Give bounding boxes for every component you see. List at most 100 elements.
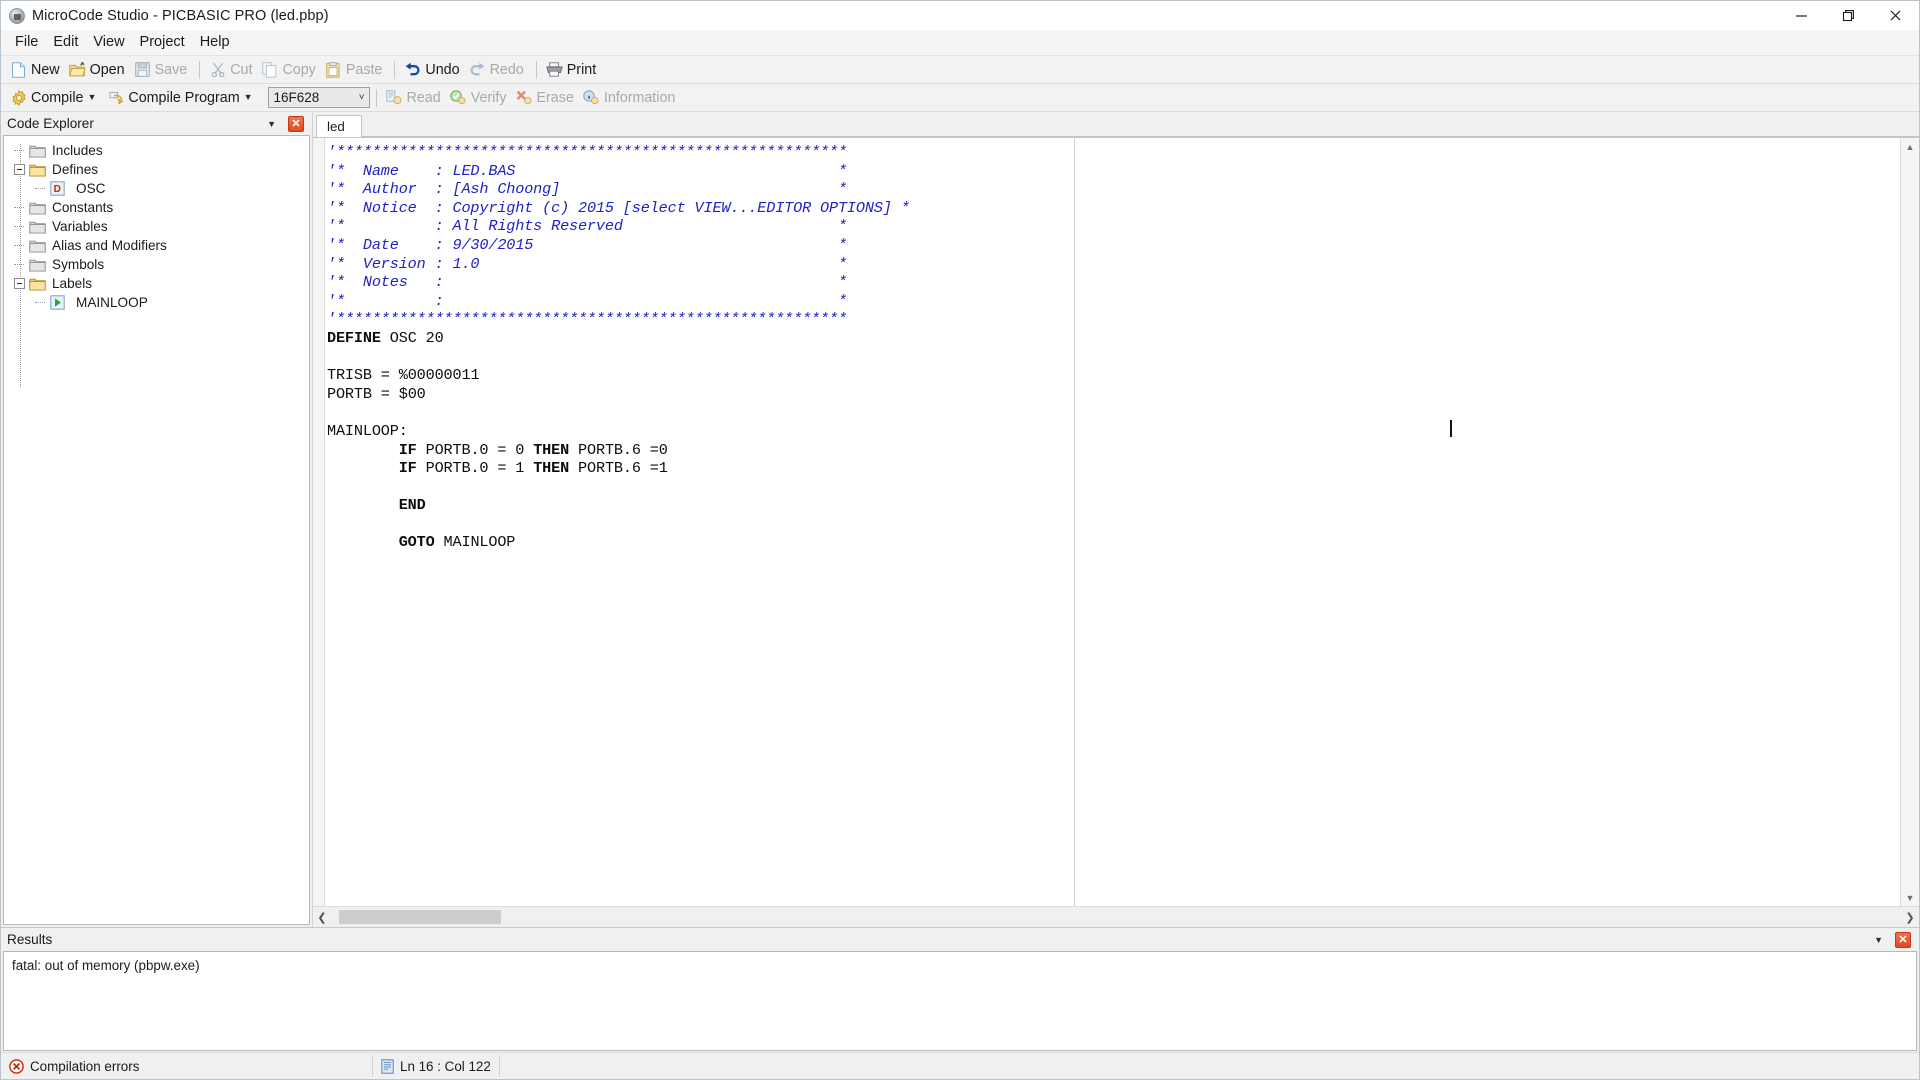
maximize-icon[interactable] (1825, 1, 1872, 30)
toolbar-separator (394, 60, 396, 79)
editor-horizontal-scrollbar[interactable]: ❮ ❯ (313, 906, 1919, 927)
compile-program-button[interactable]: Compile Program ▼ (104, 87, 260, 109)
menu-item-edit[interactable]: Edit (46, 31, 85, 54)
undo-button[interactable]: Undo (401, 59, 465, 81)
work-area: Code Explorer ▼ ✕ Includes Defines D OSC Con… (1, 112, 1919, 927)
copy-button[interactable]: Copy (258, 59, 321, 81)
chevron-right-icon[interactable]: ❯ (1901, 908, 1919, 926)
tree-item-osc[interactable]: D OSC (4, 179, 309, 198)
tree-collapse-toggle[interactable] (14, 278, 25, 289)
folder-icon (29, 239, 46, 253)
minimize-icon[interactable] (1778, 1, 1825, 30)
compile-program-icon (107, 89, 124, 106)
editor-gutter (313, 138, 325, 906)
code-line: '* Notes : * (327, 273, 847, 292)
redo-arrow-icon (469, 61, 486, 78)
chevron-left-icon[interactable]: ❮ (313, 908, 331, 926)
device-select[interactable]: 16F628 ˅ (267, 87, 370, 108)
tree-item-includes[interactable]: Includes (4, 141, 309, 160)
chevron-down-icon[interactable]: ˅ (359, 88, 365, 107)
chevron-down-icon[interactable]: ▼ (1874, 935, 1883, 945)
svg-text:D: D (54, 184, 61, 195)
tree-item-label: Defines (52, 162, 99, 177)
main-toolbar: New Open Save Cut Copy Paste Undo Redo P… (1, 56, 1919, 84)
erase-x-icon (515, 89, 532, 106)
new-button[interactable]: New (7, 59, 66, 81)
tree-item-label: Symbols (52, 257, 105, 272)
folder-icon (29, 144, 46, 158)
code-line: '* Version : 1.0 * (327, 254, 847, 273)
menu-item-help[interactable]: Help (193, 31, 237, 54)
tree-item-symbols[interactable]: Symbols (4, 255, 309, 274)
results-title: Results (7, 932, 53, 947)
save-button[interactable]: Save (131, 59, 194, 81)
redo-button[interactable]: Redo (466, 59, 530, 81)
tree-item-label: Includes (52, 143, 103, 158)
scroll-up-icon[interactable]: ▲ (1901, 138, 1919, 155)
information-button[interactable]: Information (580, 87, 682, 109)
menu-item-view[interactable]: View (86, 31, 131, 54)
read-icon (386, 89, 403, 106)
cut-button[interactable]: Cut (206, 59, 258, 81)
window-controls (1778, 1, 1919, 30)
folder-icon (29, 201, 46, 215)
tree-item-labels[interactable]: Labels (4, 274, 309, 293)
status-compile-label: Compilation errors (30, 1058, 140, 1074)
tab-led[interactable]: led (316, 115, 362, 137)
results-output[interactable]: fatal: out of memory (pbpw.exe) (3, 951, 1917, 1051)
tree-guide-dash (14, 245, 29, 247)
menu-item-project[interactable]: Project (133, 31, 192, 54)
erase-button[interactable]: Erase (512, 87, 579, 109)
undo-button-label: Undo (425, 61, 460, 78)
compile-program-button-label: Compile Program (128, 89, 240, 106)
compile-button[interactable]: Compile ▼ (7, 87, 104, 109)
tree-guide-dash (35, 302, 50, 304)
open-button[interactable]: Open (66, 59, 131, 81)
tree-item-alias-and-modifiers[interactable]: Alias and Modifiers (4, 236, 309, 255)
erase-button-label: Erase (536, 89, 574, 106)
code-text-area[interactable]: '***************************************… (325, 138, 1900, 906)
editor-vertical-scrollbar[interactable]: ▲ ▼ (1900, 138, 1919, 906)
verify-button[interactable]: Verify (447, 87, 513, 109)
code-line: GOTO MAINLOOP (398, 533, 516, 552)
status-divider (499, 1055, 500, 1077)
read-button[interactable]: Read (383, 87, 447, 109)
horizontal-scroll-thumb[interactable] (339, 910, 501, 924)
folder-open-icon (29, 163, 46, 177)
define-icon: D (50, 181, 65, 196)
tree-item-variables[interactable]: Variables (4, 217, 309, 236)
tree-item-constants[interactable]: Constants (4, 198, 309, 217)
paste-button[interactable]: Paste (322, 59, 389, 81)
chevron-down-icon[interactable]: ▼ (87, 93, 96, 102)
error-x-icon (9, 1058, 24, 1074)
tree-item-mainloop[interactable]: MAINLOOP (4, 293, 309, 312)
code-explorer-tree[interactable]: Includes Defines D OSC Constants Variables Ali… (3, 135, 310, 925)
close-icon[interactable]: ✕ (1895, 932, 1911, 948)
vertical-scroll-track[interactable] (1901, 155, 1919, 889)
tree-item-defines[interactable]: Defines (4, 160, 309, 179)
tree-root: Includes Defines D OSC Constants Variables Ali… (4, 136, 309, 312)
print-button-label: Print (566, 61, 597, 78)
undo-arrow-icon (404, 61, 421, 78)
tree-guide-dash (14, 264, 29, 266)
code-line: IF PORTB.0 = 0 THEN PORTB.6 =0 (398, 440, 668, 459)
close-icon[interactable] (1872, 1, 1919, 30)
save-button-label: Save (154, 61, 188, 78)
tree-collapse-toggle[interactable] (14, 164, 25, 175)
chevron-down-icon[interactable]: ▼ (267, 119, 276, 129)
status-compile-result: Compilation errors (1, 1054, 372, 1078)
menu-item-file[interactable]: File (8, 31, 45, 54)
text-caret (1450, 420, 1452, 437)
information-button-label: Information (603, 89, 676, 106)
menu-bar: File Edit View Project Help (1, 30, 1919, 56)
editor-scroll-wrap: '***************************************… (313, 138, 1900, 906)
editor-tabstrip: led (313, 112, 1919, 137)
horizontal-scroll-track[interactable] (331, 908, 1901, 926)
tabstrip-filler (362, 115, 1919, 137)
chevron-down-icon[interactable]: ▼ (244, 93, 253, 102)
compile-toolbar: Compile ▼ Compile Program ▼ 16F628 ˅ Rea… (1, 84, 1919, 112)
print-button[interactable]: Print (543, 59, 602, 81)
scroll-down-icon[interactable]: ▼ (1901, 889, 1919, 906)
folder-icon (29, 258, 46, 272)
close-icon[interactable]: ✕ (288, 116, 304, 132)
